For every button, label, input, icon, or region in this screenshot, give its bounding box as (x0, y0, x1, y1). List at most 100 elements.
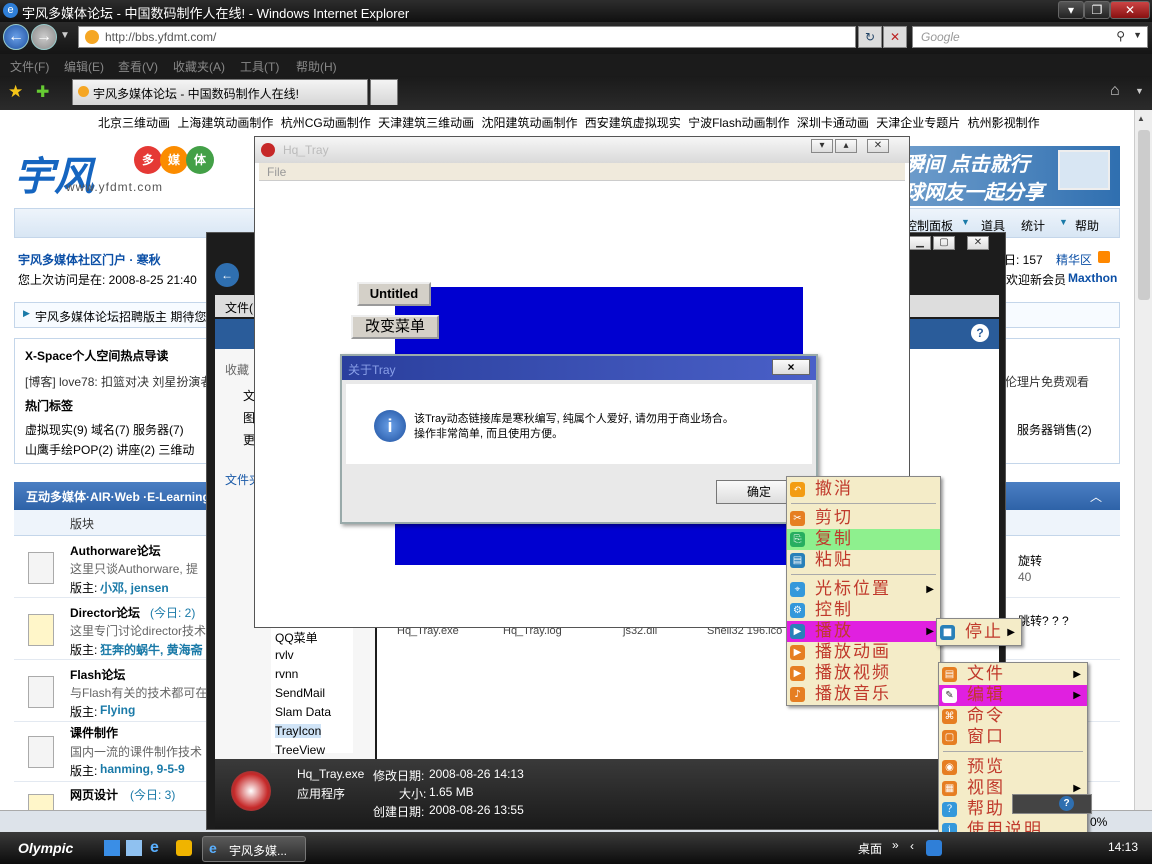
explorer-close[interactable]: ✕ (967, 236, 989, 250)
menu-item-copy[interactable]: ⎘ 复制 (787, 529, 940, 550)
menu-item-cursor-pos[interactable]: ⌖ 光标位置 ▶ (787, 579, 940, 600)
top-link[interactable]: 宁波Flash动画制作 (688, 116, 789, 130)
forum-name[interactable]: Director论坛 (70, 604, 140, 621)
top-link[interactable]: 西安建筑虚拟现实 (585, 116, 681, 130)
menu-file[interactable]: 文件(F) (10, 58, 49, 75)
scroll-up-icon[interactable]: ▲ (1137, 114, 1145, 123)
menu-item-play-music[interactable]: ♪ 播放音乐 (787, 684, 940, 705)
xspace-line[interactable]: [博客] love78: 扣篮对决 刘星扮演者 (25, 373, 212, 390)
untitled-button[interactable]: Untitled (357, 282, 431, 306)
new-member-link[interactable]: Maxthon (1068, 271, 1117, 285)
menu-tools[interactable]: 工具(T) (240, 58, 279, 75)
hqtray-close[interactable]: ✕ (867, 139, 889, 153)
forum-name[interactable]: Flash论坛 (70, 666, 125, 683)
home-icon[interactable]: ⌂ (1110, 82, 1120, 100)
top-link[interactable]: 北京三维动画 (98, 116, 170, 130)
site-logo[interactable]: 宇风 多 媒 体 www.yfdmt.com (14, 144, 214, 200)
top-link[interactable]: 杭州影视制作 (968, 116, 1040, 130)
search-dropdown-icon[interactable]: ▼ (1133, 30, 1142, 40)
menu-item-cut[interactable]: ✂ 剪切 (787, 508, 940, 529)
hqtray-maximize[interactable]: ▴ (835, 139, 857, 153)
menu-view[interactable]: 查看(V) (118, 58, 158, 75)
folder-item[interactable]: SendMail (275, 686, 325, 700)
explorer-minimize[interactable]: ▁ (909, 236, 931, 250)
menu-item-command[interactable]: ⌘ 命令 (939, 706, 1087, 727)
forum-mods[interactable]: 狂奔的蜗牛, 黄海斋 (100, 641, 203, 658)
forum-mods[interactable]: 小邓, jensen (100, 579, 169, 596)
menu-item-undo[interactable]: ↶ 撤消 (787, 479, 940, 500)
minimize-button[interactable]: ▾ (1058, 1, 1084, 19)
menu-item-control[interactable]: ⚙ 控制 (787, 600, 940, 621)
nav-stats[interactable]: 统计 (1021, 217, 1045, 234)
help-icon[interactable]: ? (971, 324, 989, 342)
top-link[interactable]: 杭州CG动画制作 (281, 116, 371, 130)
nav-help[interactable]: 帮助 (1075, 217, 1099, 234)
forum-name[interactable]: 网页设计 (70, 786, 118, 803)
top-link[interactable]: 天津建筑三维动画 (378, 116, 474, 130)
toolbar-expand-icon[interactable]: » (892, 838, 899, 852)
forum-name[interactable]: 课件制作 (70, 724, 118, 741)
elite-link[interactable]: 精华区 (1056, 251, 1092, 268)
taskbar-ie-button[interactable]: e 宇风多媒... (202, 836, 306, 862)
start-button[interactable]: Olympic (18, 840, 73, 856)
add-favorite-icon[interactable]: ✚ (36, 82, 49, 102)
folder-item[interactable]: QQ菜单 (275, 629, 318, 646)
section-title[interactable]: 互动多媒体·AIR·Web ·E-Learning (26, 488, 210, 505)
tags-row-1[interactable]: 虚拟现实(9) 域名(7) 服务器(7) (25, 421, 184, 438)
folder-item[interactable]: Slam Data (275, 705, 331, 719)
refresh-button[interactable]: ↻ (858, 26, 882, 48)
address-input[interactable]: http://bbs.yfdmt.com/ (78, 26, 856, 48)
menu-item-paste[interactable]: ▤ 粘贴 (787, 550, 940, 571)
menu-help[interactable]: 帮助(H) (296, 58, 337, 75)
menu-item-play[interactable]: ▶ 播放 ▶ (787, 621, 940, 642)
folder-item[interactable]: rvlv (275, 648, 294, 662)
xspace-right[interactable]: 伦理片免费观看 (1005, 373, 1089, 390)
collapse-icon[interactable]: ︿ (1090, 488, 1102, 505)
explorer-maximize[interactable]: ▢ (933, 236, 955, 250)
top-link[interactable]: 天津企业专题片 (876, 116, 960, 130)
tags-row-1-right[interactable]: 服务器销售(2) (1017, 421, 1092, 438)
tray-arrow-icon[interactable]: ‹ (910, 839, 914, 853)
rss-icon[interactable] (1098, 251, 1110, 263)
menu-favorites[interactable]: 收藏夹(A) (173, 58, 225, 75)
scroll-thumb[interactable] (1138, 130, 1150, 300)
forward-button[interactable]: → (31, 24, 57, 50)
favorites-star-icon[interactable]: ★ (8, 82, 23, 102)
hqtray-minimize[interactable]: ▾ (811, 139, 833, 153)
menu-item-play-video[interactable]: ▶ 播放视频 (787, 663, 940, 684)
forum-mods[interactable]: Flying (100, 703, 135, 717)
desktop-toolbar[interactable]: 桌面 (858, 840, 882, 857)
tray-app-icon[interactable] (926, 840, 942, 856)
top-link[interactable]: 沈阳建筑动画制作 (481, 116, 577, 130)
nav-dropdown-icon[interactable]: ▼ (961, 217, 970, 227)
new-tab-button[interactable] (370, 79, 398, 105)
history-dropdown-icon[interactable]: ▼ (60, 30, 70, 41)
stop-button[interactable]: ✕ (883, 26, 907, 48)
folder-item[interactable]: rvnn (275, 667, 298, 681)
menu-item-file[interactable]: ▤ 文件 ▶ (939, 664, 1087, 685)
quicklaunch-ie-icon[interactable]: e (150, 839, 159, 857)
page-scrollbar[interactable]: ▲ (1134, 110, 1152, 810)
hqtray-menu-file[interactable]: File (267, 165, 286, 179)
zoom-level[interactable]: 0% (1090, 815, 1107, 829)
language-bar[interactable]: ? (1012, 794, 1092, 814)
nav-dropdown-icon[interactable]: ▼ (1059, 217, 1068, 227)
tab-current[interactable]: 宇风多媒体论坛 - 中国数码制作人在线! (72, 79, 368, 105)
folder-item[interactable]: TreeView (275, 743, 325, 757)
notice-text[interactable]: 宇风多媒体论坛招聘版主 期待您 (35, 308, 206, 325)
search-input[interactable]: Google ⚲ ▼ (912, 26, 1148, 48)
forum-mods[interactable]: hanming, 9-5-9 (100, 762, 185, 776)
top-link[interactable]: 上海建筑动画制作 (177, 116, 273, 130)
top-link[interactable]: 深圳卡通动画 (797, 116, 869, 130)
menu-item-preview[interactable]: ◉ 预览 (939, 757, 1087, 778)
menu-edit[interactable]: 编辑(E) (64, 58, 104, 75)
about-close-button[interactable]: × (772, 359, 810, 375)
maximize-button[interactable]: ❐ (1084, 1, 1110, 19)
menu-item-stop[interactable]: ■ 停止 ▶ (937, 622, 1021, 643)
explorer-back-icon[interactable]: ← (215, 263, 239, 287)
user-portal-link[interactable]: 宇风多媒体社区门户 · 寒秋 (18, 251, 161, 268)
menu-item-play-anim[interactable]: ▶ 播放动画 (787, 642, 940, 663)
folder-item-selected[interactable]: TrayIcon (275, 724, 322, 738)
forum-name[interactable]: Authorware论坛 (70, 542, 161, 559)
menu-item-edit[interactable]: ✎ 编辑 ▶ (939, 685, 1087, 706)
